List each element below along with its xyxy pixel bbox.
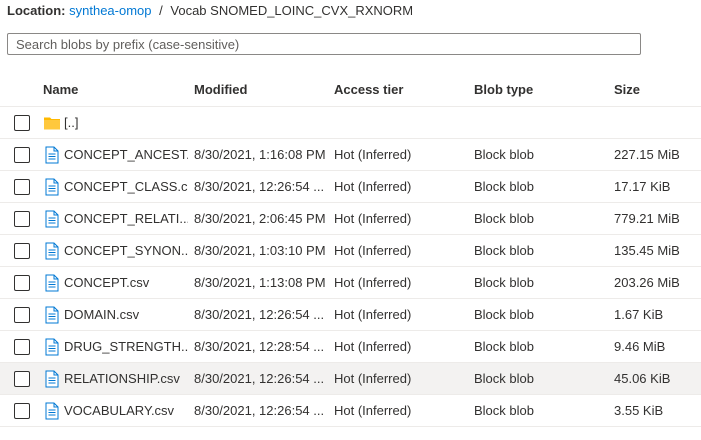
blob-access-tier: Hot (Inferred) bbox=[334, 211, 412, 226]
file-icon bbox=[45, 210, 59, 228]
blob-modified: 8/30/2021, 12:26:54 ... bbox=[194, 403, 325, 418]
blob-name[interactable]: CONCEPT_CLASS.csv bbox=[64, 171, 188, 203]
blob-size: 1.67 KiB bbox=[614, 307, 664, 322]
blob-size: 203.26 MiB bbox=[614, 275, 680, 290]
row-checkbox[interactable] bbox=[14, 211, 30, 227]
blob-access-tier: Hot (Inferred) bbox=[334, 179, 412, 194]
breadcrumb-current-path: Vocab SNOMED_LOINC_CVX_RXNORM bbox=[170, 3, 414, 18]
blob-access-tier: Hot (Inferred) bbox=[334, 147, 412, 162]
blob-type: Block blob bbox=[474, 307, 534, 322]
table-row[interactable]: CONCEPT_CLASS.csv 8/30/2021, 12:26:54 ...… bbox=[0, 171, 701, 203]
row-checkbox[interactable] bbox=[14, 115, 30, 131]
location-breadcrumb: Location: synthea-omop / Vocab SNOMED_LO… bbox=[7, 2, 413, 20]
blob-type: Block blob bbox=[474, 339, 534, 354]
blob-name[interactable]: DRUG_STRENGTH.... bbox=[64, 331, 188, 363]
blob-modified: 8/30/2021, 12:26:54 ... bbox=[194, 371, 325, 386]
row-checkbox[interactable] bbox=[14, 275, 30, 291]
file-icon bbox=[45, 370, 59, 388]
column-header-modified[interactable]: Modified bbox=[194, 73, 247, 106]
blob-access-tier: Hot (Inferred) bbox=[334, 403, 412, 418]
blob-modified: 8/30/2021, 12:26:54 ... bbox=[194, 179, 325, 194]
file-icon bbox=[45, 178, 59, 196]
blob-size: 9.46 MiB bbox=[614, 339, 666, 354]
blob-name[interactable]: CONCEPT_SYNON... bbox=[64, 235, 188, 267]
blob-access-tier: Hot (Inferred) bbox=[334, 243, 412, 258]
row-checkbox[interactable] bbox=[14, 179, 30, 195]
blob-access-tier: Hot (Inferred) bbox=[334, 371, 412, 386]
blob-access-tier: Hot (Inferred) bbox=[334, 307, 412, 322]
blob-size: 17.17 KiB bbox=[614, 179, 671, 194]
column-header-access-tier[interactable]: Access tier bbox=[334, 73, 403, 106]
table-row[interactable]: CONCEPT_ANCEST... 8/30/2021, 1:16:08 PM Ho… bbox=[0, 139, 701, 171]
blob-modified: 8/30/2021, 1:13:08 PM bbox=[194, 275, 326, 290]
blob-access-tier: Hot (Inferred) bbox=[334, 275, 412, 290]
blob-modified: 8/30/2021, 12:28:54 ... bbox=[194, 339, 325, 354]
file-icon bbox=[45, 146, 59, 164]
file-icon bbox=[45, 274, 59, 292]
blob-type: Block blob bbox=[474, 211, 534, 226]
column-header-blob-type[interactable]: Blob type bbox=[474, 73, 533, 106]
blob-access-tier: Hot (Inferred) bbox=[334, 339, 412, 354]
column-header-name[interactable]: Name bbox=[43, 73, 78, 106]
blob-modified: 8/30/2021, 1:16:08 PM bbox=[194, 147, 326, 162]
blob-type: Block blob bbox=[474, 147, 534, 162]
parent-directory-row[interactable]: [..] bbox=[0, 107, 701, 139]
blob-name[interactable]: VOCABULARY.csv bbox=[64, 395, 188, 427]
table-header: Name Modified Access tier Blob type Size bbox=[0, 73, 701, 107]
table-row[interactable]: VOCABULARY.csv 8/30/2021, 12:26:54 ... Hot… bbox=[0, 395, 701, 427]
table-row[interactable]: CONCEPT_RELATI... 8/30/2021, 2:06:45 PM Ho… bbox=[0, 203, 701, 235]
blob-size: 45.06 KiB bbox=[614, 371, 671, 386]
row-checkbox[interactable] bbox=[14, 403, 30, 419]
blob-modified: 8/30/2021, 12:26:54 ... bbox=[194, 307, 325, 322]
blob-name[interactable]: CONCEPT_ANCEST... bbox=[64, 139, 188, 171]
file-icon bbox=[45, 306, 59, 324]
blob-type: Block blob bbox=[474, 275, 534, 290]
parent-directory-label[interactable]: [..] bbox=[64, 107, 104, 139]
blob-name[interactable]: CONCEPT_RELATI... bbox=[64, 203, 188, 235]
blob-size: 227.15 MiB bbox=[614, 147, 680, 162]
row-checkbox[interactable] bbox=[14, 339, 30, 355]
blob-type: Block blob bbox=[474, 243, 534, 258]
file-icon bbox=[45, 242, 59, 260]
blob-size: 135.45 MiB bbox=[614, 243, 680, 258]
breadcrumb-separator: / bbox=[159, 3, 163, 18]
folder-icon bbox=[44, 117, 60, 130]
blob-name[interactable]: RELATIONSHIP.csv bbox=[64, 363, 188, 395]
blob-size: 3.55 KiB bbox=[614, 403, 664, 418]
row-checkbox[interactable] bbox=[14, 371, 30, 387]
file-icon bbox=[45, 402, 59, 420]
blob-name[interactable]: DOMAIN.csv bbox=[64, 299, 188, 331]
table-row[interactable]: CONCEPT.csv 8/30/2021, 1:13:08 PM Hot (Inf… bbox=[0, 267, 701, 299]
blob-type: Block blob bbox=[474, 179, 534, 194]
blob-name[interactable]: CONCEPT.csv bbox=[64, 267, 188, 299]
blob-modified: 8/30/2021, 2:06:45 PM bbox=[194, 211, 326, 226]
file-icon bbox=[45, 338, 59, 356]
blob-type: Block blob bbox=[474, 371, 534, 386]
location-label: Location: bbox=[7, 3, 66, 18]
search-input[interactable] bbox=[7, 33, 641, 55]
table-row[interactable]: DRUG_STRENGTH.... 8/30/2021, 12:28:54 ...… bbox=[0, 331, 701, 363]
blob-modified: 8/30/2021, 1:03:10 PM bbox=[194, 243, 326, 258]
column-header-size[interactable]: Size bbox=[614, 73, 640, 106]
row-checkbox[interactable] bbox=[14, 307, 30, 323]
table-row[interactable]: DOMAIN.csv 8/30/2021, 12:26:54 ... Hot (In… bbox=[0, 299, 701, 331]
row-checkbox[interactable] bbox=[14, 147, 30, 163]
row-checkbox[interactable] bbox=[14, 243, 30, 259]
breadcrumb-container-link[interactable]: synthea-omop bbox=[69, 3, 151, 18]
table-row[interactable]: RELATIONSHIP.csv 8/30/2021, 12:26:54 ... H… bbox=[0, 363, 701, 395]
blob-size: 779.21 MiB bbox=[614, 211, 680, 226]
table-row[interactable]: CONCEPT_SYNON... 8/30/2021, 1:03:10 PM Hot… bbox=[0, 235, 701, 267]
blob-type: Block blob bbox=[474, 403, 534, 418]
